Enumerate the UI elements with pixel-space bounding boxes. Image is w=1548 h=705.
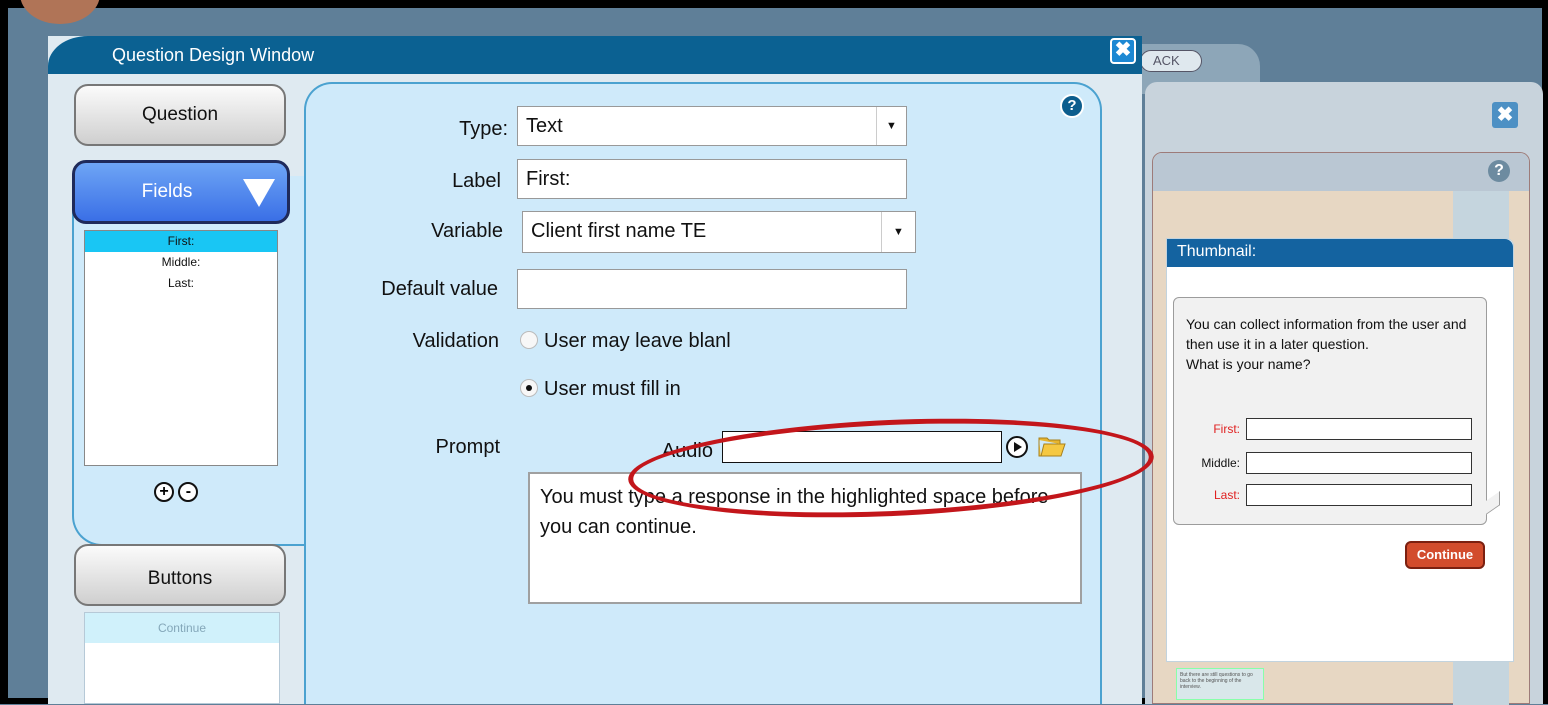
fields-button-label: Fields: [141, 181, 193, 202]
folder-icon[interactable]: [1038, 436, 1066, 458]
thumbnail-field-input-first[interactable]: [1246, 418, 1472, 440]
type-select[interactable]: Text ▼: [517, 106, 907, 146]
prompt-label: Prompt: [435, 436, 500, 458]
field-list-item[interactable]: First:: [85, 231, 277, 252]
background-help-icon[interactable]: ?: [1488, 160, 1510, 182]
thumbnail-field-input-middle[interactable]: [1246, 452, 1472, 474]
title-bar[interactable]: Question Design Window ✖: [48, 36, 1142, 74]
variable-select[interactable]: Client first name TE ▼: [522, 211, 916, 253]
type-select-value: Text: [526, 115, 563, 137]
variable-select-value: Client first name TE: [531, 220, 707, 242]
thumbnail-field-input-last[interactable]: [1246, 484, 1472, 506]
background-close-icon[interactable]: ✖: [1492, 102, 1518, 128]
thumbnail-question-card: You can collect information from the use…: [1173, 297, 1500, 525]
question-design-window: Question Design Window ✖ Question Fields…: [48, 36, 1156, 704]
thumbnail-continue-button[interactable]: Continue: [1405, 541, 1485, 569]
screen-frame-top: [0, 0, 1548, 8]
buttons-list-item[interactable]: Continue: [85, 613, 279, 643]
buttons-button[interactable]: Buttons: [74, 544, 286, 606]
remove-field-icon[interactable]: -: [178, 482, 199, 502]
background-note: But there are still questions to go back…: [1176, 668, 1264, 700]
window-title: Question Design Window: [112, 45, 315, 65]
close-icon[interactable]: ✖: [1110, 38, 1136, 64]
chevron-down-icon: ▼: [876, 107, 906, 145]
radio-button-selected[interactable]: [520, 379, 538, 397]
screen-frame-left: [0, 0, 8, 704]
play-icon[interactable]: [1006, 436, 1028, 458]
type-label: Type:: [459, 118, 508, 140]
thumbnail-question-text: You can collect information from the use…: [1186, 316, 1467, 372]
speech-bubble-tail: [1486, 491, 1500, 515]
radio-button[interactable]: [520, 331, 538, 349]
field-list-item[interactable]: Last:: [85, 273, 277, 294]
validation-option-label: User may leave blanl: [544, 330, 731, 352]
add-field-icon[interactable]: +: [154, 482, 174, 502]
thumbnail-field-label-first: First:: [1213, 422, 1240, 436]
field-add-remove-controls: + -: [154, 482, 199, 502]
triangle-down-icon: [243, 179, 275, 207]
label-input[interactable]: [517, 159, 907, 199]
label-label: Label: [452, 170, 501, 192]
help-icon[interactable]: ?: [1060, 94, 1084, 118]
fields-button[interactable]: Fields: [72, 160, 290, 224]
validation-option-may-leave-blank[interactable]: User may leave blanl: [520, 330, 731, 353]
background-panel-header: [1153, 153, 1529, 191]
field-list-item[interactable]: Middle:: [85, 252, 277, 273]
thumbnail-title: Thumbnail:: [1167, 239, 1513, 267]
audio-file-input[interactable]: [722, 431, 1002, 463]
validation-option-must-fill-in[interactable]: User must fill in: [520, 378, 681, 401]
default-value-label: Default value: [381, 278, 498, 300]
corner-orb: [20, 0, 100, 24]
background-back-button[interactable]: ACK: [1140, 50, 1202, 72]
thumbnail-panel: Thumbnail: You can collect information f…: [1166, 238, 1514, 662]
thumbnail-field-label-middle: Middle:: [1201, 456, 1240, 470]
thumbnail-field-label-last: Last:: [1213, 488, 1240, 502]
validation-label: Validation: [412, 330, 499, 352]
question-button[interactable]: Question: [74, 84, 286, 146]
variable-label: Variable: [431, 220, 503, 242]
buttons-list: Continue: [84, 612, 280, 704]
audio-label: Audio: [661, 440, 713, 462]
chevron-down-icon: ▼: [881, 212, 915, 252]
validation-option-label: User must fill in: [544, 378, 681, 400]
default-value-input[interactable]: [517, 269, 907, 309]
prompt-textarea[interactable]: You must type a response in the highligh…: [528, 472, 1082, 604]
field-list: First: Middle: Last:: [84, 230, 278, 466]
